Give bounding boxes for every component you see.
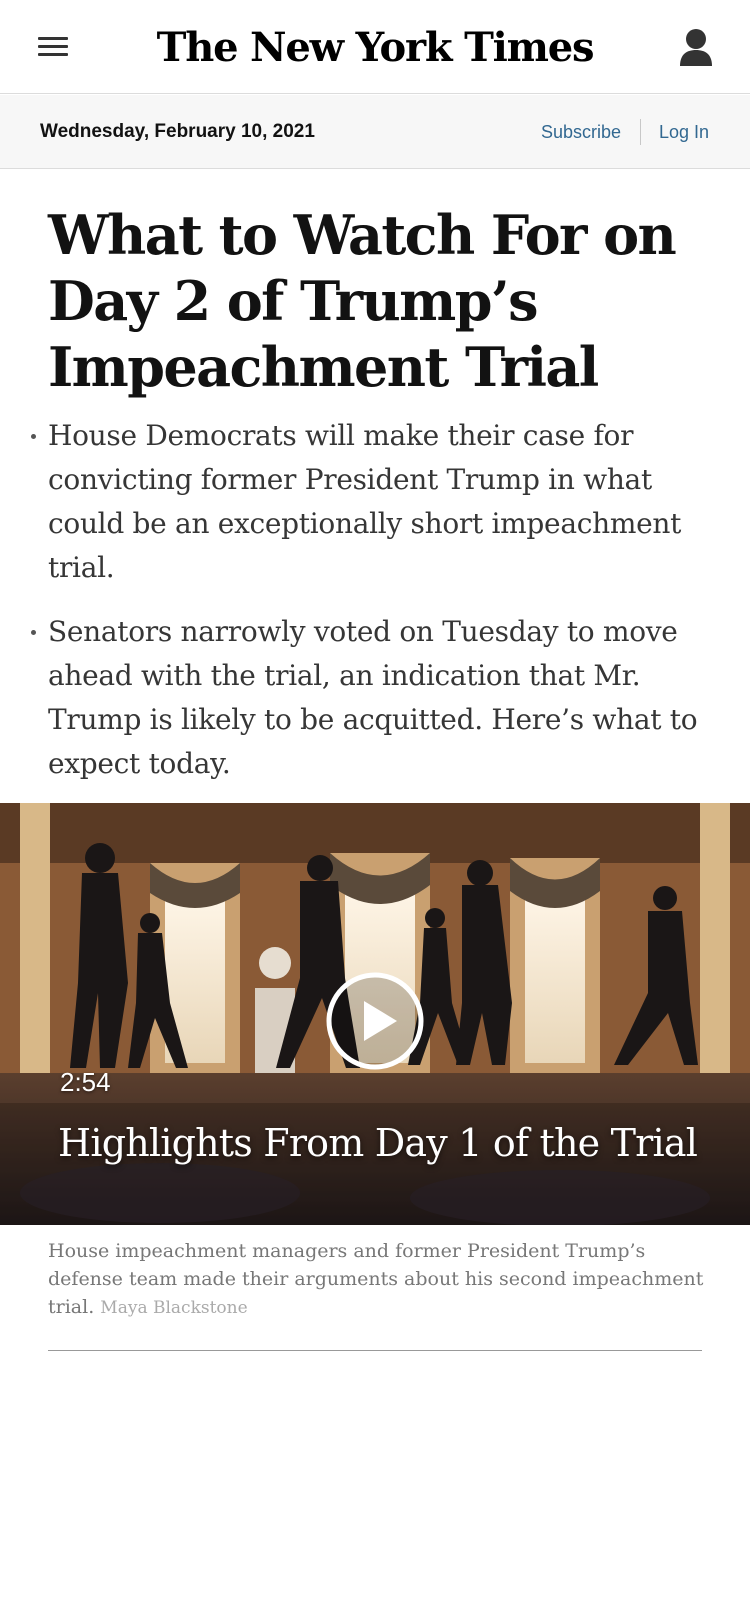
summary-item: Senators narrowly voted on Tuesday to mo… (0, 610, 750, 786)
video-title[interactable]: Highlights From Day 1 of the Trial (58, 1121, 698, 1165)
video-player[interactable]: 2:54 Highlights From Day 1 of the Trial (0, 803, 750, 1225)
video-caption: House impeachment managers and former Pr… (48, 1237, 708, 1322)
play-icon[interactable] (325, 971, 425, 1071)
datebar-divider (640, 119, 641, 145)
photo-credit: Maya Blackstone (100, 1298, 248, 1318)
summary-item: House Democrats will make their case for… (0, 414, 750, 590)
login-link[interactable]: Log In (659, 122, 709, 143)
article-summary: House Democrats will make their case for… (0, 414, 750, 806)
date-bar: Wednesday, February 10, 2021 Subscribe L… (0, 95, 750, 169)
account-icon[interactable] (678, 28, 714, 68)
summary-text: Senators narrowly voted on Tuesday to mo… (48, 615, 698, 780)
masthead: The New York Times (0, 0, 750, 94)
section-divider (48, 1350, 702, 1351)
video-duration: 2:54 (60, 1067, 111, 1097)
nyt-logo[interactable]: The New York Times (0, 20, 750, 76)
article-headline: What to Watch For on Day 2 of Trump’s Im… (48, 203, 677, 399)
subscribe-link[interactable]: Subscribe (541, 122, 621, 143)
current-date: Wednesday, February 10, 2021 (40, 121, 315, 142)
bullet-icon (31, 630, 36, 635)
summary-text: House Democrats will make their case for… (48, 419, 682, 584)
bullet-icon (31, 434, 36, 439)
